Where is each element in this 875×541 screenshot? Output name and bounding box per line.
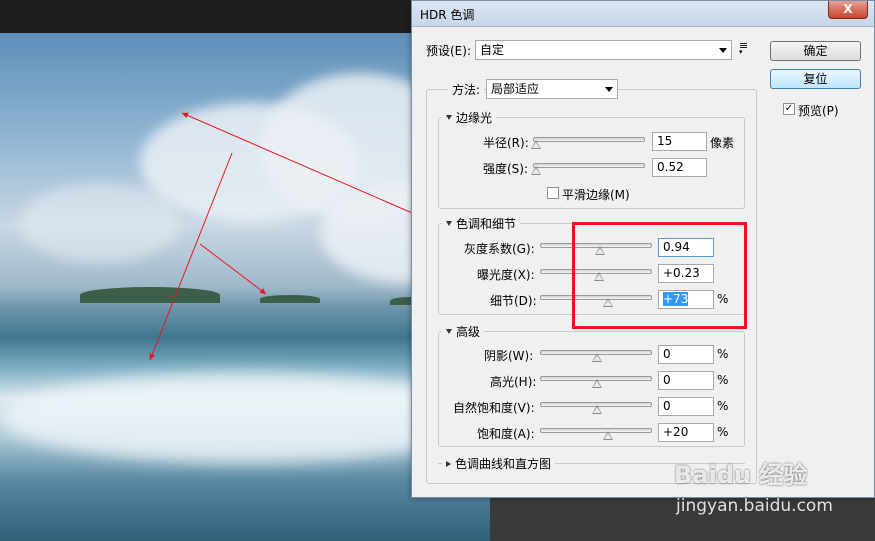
preview-label: 预览(P): [798, 104, 839, 118]
dialog-titlebar[interactable]: HDR 色调 X: [412, 1, 874, 27]
shadow-unit: %: [717, 347, 729, 361]
preset-label: 预设(E):: [426, 44, 471, 58]
edge-glow-header[interactable]: 边缘光: [442, 109, 497, 126]
expand-triangle-icon: [446, 329, 452, 334]
radius-unit: 像素: [710, 136, 735, 150]
detail-label: 细节(D):: [490, 294, 537, 308]
shadow-input[interactable]: 0: [658, 345, 714, 364]
strength-slider[interactable]: [533, 163, 645, 168]
ok-button[interactable]: 确定: [770, 41, 861, 61]
method-header: 方法:: [448, 81, 485, 98]
highlight-input[interactable]: 0: [658, 371, 714, 390]
curve-histogram-header[interactable]: 色调曲线和直方图: [442, 455, 556, 472]
highlight-slider-thumb[interactable]: [592, 379, 602, 388]
collapse-triangle-icon: [446, 460, 451, 467]
radius-input[interactable]: 15: [652, 132, 707, 151]
preview-checkbox[interactable]: ✓: [783, 103, 795, 115]
radius-label: 半径(R):: [483, 136, 529, 150]
advanced-header[interactable]: 高级: [442, 323, 485, 340]
vibrance-input[interactable]: 0: [658, 397, 714, 416]
vibrance-unit: %: [717, 399, 729, 413]
smooth-edges-label: 平滑边缘(M): [562, 188, 630, 202]
strength-slider-thumb[interactable]: [531, 166, 542, 175]
reset-button[interactable]: 复位: [770, 69, 861, 89]
method-value: 局部适应: [491, 82, 540, 96]
expand-triangle-icon: [446, 115, 452, 120]
chevron-down-icon: [605, 87, 613, 92]
baidu-watermark-logo: Baidu 经验: [674, 461, 808, 489]
smooth-edges-checkbox[interactable]: [547, 187, 559, 199]
shadow-slider-thumb[interactable]: [592, 353, 602, 362]
vibrance-slider-thumb[interactable]: [592, 405, 602, 414]
gamma-label: 灰度系数(G):: [464, 242, 535, 256]
strength-label: 强度(S):: [483, 162, 529, 176]
tone-detail-header[interactable]: 色调和细节: [442, 215, 521, 232]
saturation-slider-thumb[interactable]: [603, 431, 614, 440]
annotation-highlight-box: [572, 222, 747, 329]
baidu-watermark-url: jingyan.baidu.com: [676, 496, 833, 516]
radius-slider[interactable]: [533, 137, 645, 142]
saturation-label: 饱和度(A):: [477, 427, 535, 441]
exposure-label: 曝光度(X):: [477, 268, 535, 282]
highlight-label: 高光(H):: [490, 375, 537, 389]
preset-menu-icon[interactable]: ≡ ▾: [739, 40, 751, 56]
radius-slider-thumb[interactable]: [531, 140, 542, 149]
dialog-title: HDR 色调: [420, 8, 475, 22]
saturation-unit: %: [717, 425, 729, 439]
strength-input[interactable]: 0.52: [652, 158, 707, 177]
saturation-input[interactable]: +20: [658, 423, 714, 442]
highlight-unit: %: [717, 373, 729, 387]
method-select[interactable]: 局部适应: [486, 79, 618, 99]
preset-select[interactable]: 自定: [475, 40, 732, 60]
shadow-label: 阴影(W):: [484, 349, 534, 363]
method-label: 方法:: [452, 83, 481, 97]
saturation-slider[interactable]: [540, 428, 652, 433]
vibrance-label: 自然饱和度(V):: [453, 401, 535, 415]
chevron-down-icon: [719, 48, 727, 53]
close-button[interactable]: X: [828, 1, 868, 19]
expand-triangle-icon: [446, 221, 452, 226]
preset-value: 自定: [480, 43, 505, 57]
